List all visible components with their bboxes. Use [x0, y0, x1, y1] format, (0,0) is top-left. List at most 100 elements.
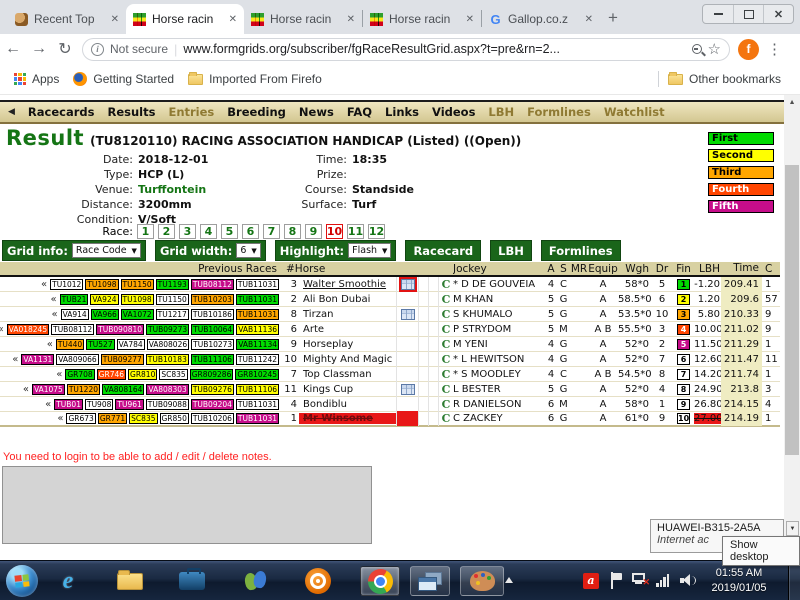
race-code-chip[interactable]: VA1072 — [121, 309, 154, 320]
race-code-chip[interactable]: TUB08112 — [191, 279, 234, 290]
prev-races-expand-icon[interactable]: « — [45, 399, 51, 410]
race-code-chip[interactable]: TUB08112 — [51, 324, 94, 335]
race-code-chip[interactable]: VA809066 — [56, 354, 98, 365]
nav-item-links[interactable]: Links — [385, 105, 419, 119]
horse-name[interactable]: Tirzan — [299, 309, 396, 320]
grid-width-select[interactable]: 6 ▼ — [236, 243, 260, 258]
volume-icon[interactable] — [680, 574, 698, 587]
horse-name[interactable]: Arte — [299, 324, 396, 335]
race-code-chip[interactable]: TUB10186 — [191, 309, 234, 320]
prev-races-expand-icon[interactable]: « — [51, 309, 57, 320]
race-code-chip[interactable]: VA808026 — [147, 339, 189, 350]
racecard-button[interactable]: Racecard — [405, 240, 481, 261]
file-explorer-button[interactable] — [114, 566, 146, 596]
race-code-chip[interactable]: GR809286 — [190, 369, 234, 380]
prev-races-expand-icon[interactable]: « — [51, 294, 57, 305]
race-code-chip[interactable]: VAB11134 — [236, 339, 279, 350]
jockey-name[interactable]: * D DE GOUVEIA — [453, 279, 545, 290]
race-code-chip[interactable]: TUB11106 — [236, 384, 279, 395]
url-text[interactable]: www.formgrids.org/subscriber/fgRaceResul… — [183, 42, 685, 56]
signal-strength-icon[interactable] — [656, 573, 672, 587]
horse-name[interactable]: Ali Bon Dubai — [299, 294, 396, 305]
comment-icon[interactable]: C — [439, 398, 453, 411]
comment-icon[interactable]: C — [439, 368, 453, 381]
restore-button[interactable] — [733, 5, 763, 23]
antivirus-icon[interactable]: a — [583, 573, 599, 589]
address-bar[interactable]: i Not secure | www.formgrids.org/subscri… — [82, 38, 730, 61]
horse-name[interactable]: Kings Cup — [299, 384, 396, 395]
tab-horse-racing-active[interactable]: Horse racin ✕ — [126, 4, 244, 34]
profile-avatar[interactable]: f — [738, 39, 759, 60]
race-code-chip[interactable]: VA808303 — [146, 384, 188, 395]
race-code-chip[interactable]: GR810 — [128, 369, 157, 380]
action-center-flag-icon[interactable] — [610, 572, 624, 589]
race-button-9[interactable]: 9 — [305, 224, 322, 239]
lbh-button[interactable]: LBH — [490, 240, 532, 261]
grid-icon[interactable] — [401, 309, 415, 320]
grid-icon[interactable] — [401, 279, 415, 290]
new-tab-button[interactable]: + — [600, 5, 626, 31]
comment-icon[interactable]: C — [439, 278, 453, 291]
prev-races-expand-icon[interactable]: « — [56, 369, 62, 380]
start-button[interactable] — [6, 565, 38, 597]
show-hidden-icons-button[interactable] — [505, 577, 513, 583]
race-code-chip[interactable]: TUB090810 — [96, 324, 144, 335]
tab-horse-racing-2[interactable]: Horse racin ✕ — [244, 4, 362, 34]
prev-races-expand-icon[interactable]: « — [0, 324, 4, 335]
tab-close-icon[interactable]: ✕ — [229, 14, 237, 25]
chrome-menu-icon[interactable]: ⋮ — [767, 40, 782, 58]
race-code-chip[interactable]: TU1150 — [121, 279, 154, 290]
nav-item-entries[interactable]: Entries — [168, 105, 214, 119]
race-code-chip[interactable]: VA914 — [61, 309, 89, 320]
other-bookmarks-button[interactable]: Other bookmarks — [668, 72, 781, 86]
prev-races-expand-icon[interactable]: « — [47, 339, 53, 350]
tab-gallop[interactable]: G Gallop.co.z ✕ — [482, 4, 600, 34]
prev-races-expand-icon[interactable]: « — [57, 413, 63, 424]
race-code-chip[interactable]: TU1150 — [156, 294, 189, 305]
race-code-chip[interactable]: GR708 — [65, 369, 94, 380]
tab-close-icon[interactable]: ✕ — [466, 14, 474, 25]
race-code-chip[interactable]: TUB11031 — [236, 279, 279, 290]
photo-viewer-button[interactable] — [410, 566, 450, 596]
race-code-chip[interactable]: TUB09276 — [191, 384, 234, 395]
network-disconnected-icon[interactable]: ✕ — [632, 573, 647, 587]
race-code-chip[interactable]: TU961 — [115, 399, 143, 410]
race-code-chip[interactable]: TUB09088 — [146, 399, 189, 410]
scrollbar-thumb[interactable] — [785, 165, 799, 455]
form-grid-cell[interactable] — [396, 382, 418, 397]
race-code-chip[interactable]: TUB09277 — [101, 354, 144, 365]
race-button-6[interactable]: 6 — [242, 224, 259, 239]
messenger-button[interactable] — [240, 566, 272, 596]
bookmark-apps[interactable]: Apps — [14, 72, 59, 86]
race-code-chip[interactable]: TU1098 — [121, 294, 154, 305]
form-grid-cell[interactable] — [396, 307, 418, 322]
horse-name[interactable]: Walter Smoothie — [299, 279, 396, 290]
bookmark-star-icon[interactable]: ☆ — [708, 42, 721, 57]
race-code-chip[interactable]: TUB10183 — [146, 354, 189, 365]
nav-item-news[interactable]: News — [299, 105, 334, 119]
race-code-chip[interactable]: TU440 — [56, 339, 84, 350]
reload-icon[interactable]: ↻ — [52, 39, 78, 59]
jockey-name[interactable]: L BESTER — [453, 384, 545, 395]
horse-name[interactable]: Horseplay — [299, 339, 396, 350]
highlight-select[interactable]: Flash ▼ — [348, 243, 391, 258]
tab-close-icon[interactable]: ✕ — [111, 14, 119, 25]
race-button-4[interactable]: 4 — [200, 224, 217, 239]
race-code-chip[interactable]: VA784 — [117, 339, 145, 350]
form-grid-cell[interactable] — [396, 277, 418, 292]
zoom-icon[interactable] — [692, 44, 702, 54]
jockey-name[interactable]: * L HEWITSON — [453, 354, 545, 365]
taskbar-clock[interactable]: 01:55 AM 2019/01/05 — [703, 566, 775, 596]
tab-horse-racing-3[interactable]: Horse racin ✕ — [363, 4, 481, 34]
jockey-name[interactable]: S KHUMALO — [453, 309, 545, 320]
race-code-chip[interactable]: TUB11106 — [191, 354, 234, 365]
race-button-5[interactable]: 5 — [221, 224, 238, 239]
jockey-name[interactable]: C ZACKEY — [453, 413, 545, 424]
race-code-chip[interactable]: VAB11136 — [236, 324, 279, 335]
race-code-chip[interactable]: TUB09204 — [191, 399, 234, 410]
jockey-name[interactable]: R DANIELSON — [453, 399, 545, 410]
race-button-8[interactable]: 8 — [284, 224, 301, 239]
race-code-chip[interactable]: GR771 — [98, 413, 127, 424]
race-code-chip[interactable]: GR850 — [160, 413, 189, 424]
page-scrollbar[interactable]: ▼ ▼ — [784, 95, 800, 560]
